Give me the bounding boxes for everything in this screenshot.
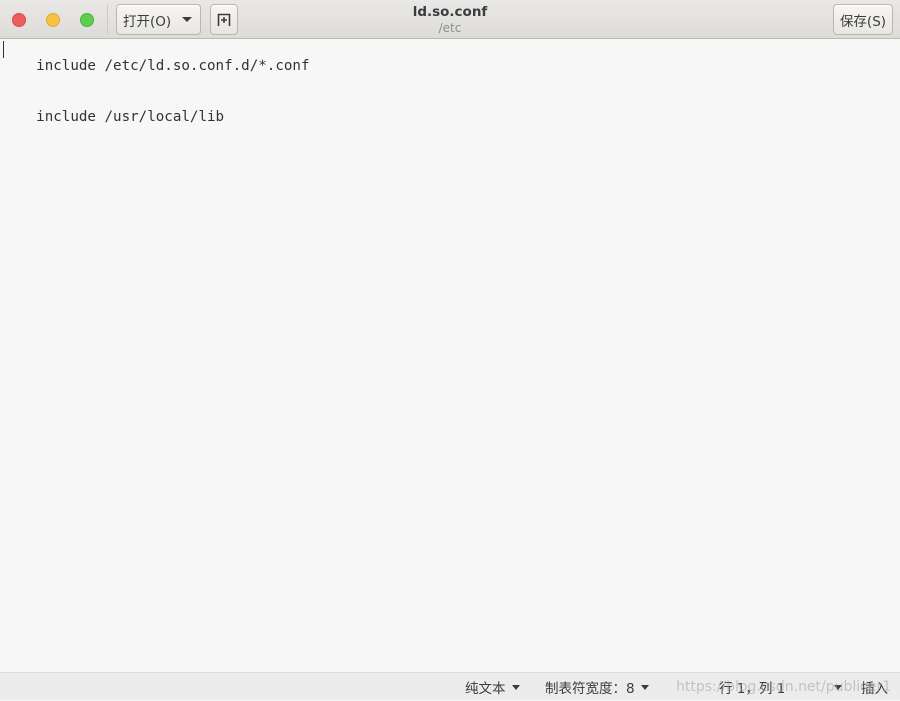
status-bar: 纯文本 制表符宽度：8 行 1，列 1 插入 https://blog.csdn…: [0, 672, 900, 700]
tab-width-label: 制表符宽度：8: [545, 681, 635, 697]
chevron-down-icon: [834, 684, 842, 690]
chevron-down-icon: [511, 684, 520, 690]
window-title-block: ld.so.conf /etc: [300, 4, 600, 35]
open-button-label: 打开(O): [123, 13, 172, 30]
text-editor[interactable]: include /etc/ld.so.conf.d/*.conf include…: [0, 39, 900, 672]
editor-line[interactable]: include /usr/local/lib: [2, 92, 900, 143]
cursor-position-label: 行 1，列 1: [719, 681, 786, 697]
editor-line[interactable]: include /etc/ld.so.conf.d/*.conf: [2, 41, 900, 92]
new-tab-icon: [217, 13, 231, 26]
language-label: 纯文本: [465, 681, 506, 697]
tab-width-selector[interactable]: 制表符宽度：8: [545, 673, 649, 701]
new-tab-button[interactable]: [210, 4, 238, 35]
header-bar: 打开(O) ld.so.conf /etc 保存(S): [0, 0, 900, 39]
save-button-label: 保存(S): [839, 13, 887, 30]
text-cursor: [3, 41, 4, 58]
window-subtitle: /etc: [438, 20, 462, 35]
editor-line-text: include /usr/local/lib: [36, 109, 225, 125]
cursor-position[interactable]: 行 1，列 1: [719, 673, 785, 701]
open-button[interactable]: 打开(O): [116, 4, 201, 35]
insert-mode-label: 插入: [861, 681, 888, 697]
close-window-button[interactable]: [12, 13, 26, 27]
chevron-down-icon: [182, 17, 192, 22]
header-separator: [107, 4, 108, 35]
language-selector[interactable]: 纯文本: [465, 673, 520, 701]
minimize-window-button[interactable]: [46, 13, 60, 27]
maximize-window-button[interactable]: [80, 13, 94, 27]
save-button[interactable]: 保存(S): [833, 4, 893, 35]
insert-mode[interactable]: 插入: [861, 673, 888, 701]
chevron-down-icon: [640, 684, 649, 690]
window-title: ld.so.conf: [412, 4, 488, 20]
editor-line-text: include /etc/ld.so.conf.d/*.conf: [36, 58, 310, 74]
position-dropdown[interactable]: [828, 673, 842, 701]
